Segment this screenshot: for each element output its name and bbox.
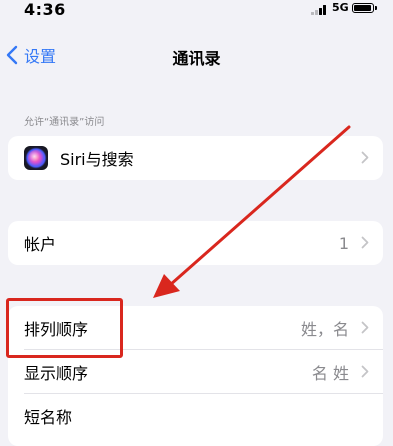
status-bar: 4:36 5G <box>0 0 393 24</box>
highlight-annotation-box <box>6 298 123 358</box>
siri-group: Siri与搜索 <box>8 136 383 180</box>
page-title: 通讯录 <box>172 49 221 68</box>
siri-search-row[interactable]: Siri与搜索 <box>8 136 383 180</box>
signal-icon <box>311 5 327 15</box>
chevron-right-icon <box>361 321 369 334</box>
row-value: 1 <box>338 233 349 253</box>
status-time: 4:36 <box>24 0 66 19</box>
row-label: 短名称 <box>24 408 73 427</box>
chevron-right-icon <box>361 151 369 164</box>
battery-icon <box>352 3 377 13</box>
chevron-right-icon <box>361 365 369 378</box>
row-label: 显示顺序 <box>24 364 89 383</box>
navigation-bar: 设置 通讯录 <box>0 38 393 74</box>
chevron-right-icon <box>361 236 369 249</box>
row-value: 姓，名 <box>300 320 349 339</box>
short-name-row[interactable]: 短名称 <box>8 394 383 438</box>
row-value: 名 姓 <box>311 364 349 383</box>
accounts-row[interactable]: 帐户 1 <box>8 221 383 265</box>
row-label: Siri与搜索 <box>60 150 134 169</box>
network-type: 5G <box>332 1 349 14</box>
accounts-group: 帐户 1 <box>8 221 383 265</box>
section-header: 允许“通讯录”访问 <box>24 117 105 128</box>
row-label: 帐户 <box>24 235 57 254</box>
siri-icon <box>24 146 48 170</box>
